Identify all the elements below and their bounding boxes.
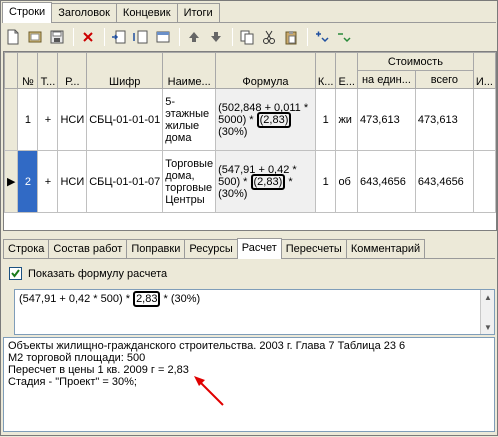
col-type[interactable]: Т... <box>37 52 59 89</box>
new-doc-icon[interactable] <box>3 27 23 47</box>
col-unit-cost[interactable]: на един... <box>356 70 416 89</box>
row-extra[interactable] <box>472 150 496 213</box>
note-line: М2 торговой площади: 500 <box>8 352 146 364</box>
detail-tab-bar: Строка Состав работ Поправки Ресурсы Рас… <box>3 238 426 259</box>
col-name[interactable]: Наиме... <box>162 52 217 89</box>
open-book-icon[interactable] <box>25 27 45 47</box>
save-icon[interactable] <box>47 27 67 47</box>
row-num[interactable]: 2 <box>17 150 39 213</box>
formula-suffix: * (30%) <box>160 293 201 305</box>
indent-icon[interactable] <box>131 27 151 47</box>
row-type[interactable]: + <box>37 150 59 213</box>
copy-icon[interactable] <box>237 27 257 47</box>
tab-comment[interactable]: Комментарий <box>345 239 426 258</box>
show-formula-row[interactable]: Показать формулу расчета <box>9 267 167 280</box>
formula-coefficient: (2,83) <box>250 173 286 190</box>
paste-icon[interactable] <box>281 27 301 47</box>
col-r[interactable]: Р... <box>57 52 88 89</box>
checkmark-icon <box>11 269 20 278</box>
top-tab-bar: Строки Заголовок Концевик Итоги <box>2 2 220 23</box>
add-child-icon[interactable] <box>312 27 332 47</box>
tab-footer[interactable]: Концевик <box>115 3 178 22</box>
row-formula[interactable]: (502,848 + 0,011 * 5000) * (2,83) (30%) <box>215 88 316 151</box>
toolbar-separator <box>307 28 308 46</box>
table-row[interactable]: 1 + НСИ СБЦ-01-01-01 5-этажные жилые дом… <box>4 88 496 151</box>
dock-icon[interactable] <box>153 27 173 47</box>
col-code[interactable]: Шифр <box>86 52 164 89</box>
insert-row-icon[interactable] <box>109 27 129 47</box>
row-type[interactable]: + <box>37 88 59 151</box>
col-extra[interactable]: И... <box>472 52 496 89</box>
show-formula-label: Показать формулу расчета <box>28 267 168 280</box>
note-line: Пересчет в цены 1 кв. 2009 г = 2,83 <box>8 364 189 376</box>
toolbar-separator <box>73 28 74 46</box>
tab-divider <box>2 22 496 23</box>
add-sibling-icon[interactable] <box>334 27 354 47</box>
row-unit[interactable]: об <box>335 150 358 213</box>
estimate-grid: № Т... Р... Шифр Наиме... Формула К... Е… <box>3 51 497 231</box>
row-name[interactable]: 5-этажные жилые дома <box>162 88 217 151</box>
formula-coefficient: 2,83 <box>133 291 161 307</box>
tab-recalculations[interactable]: Пересчеты <box>280 239 347 258</box>
row-num[interactable]: 1 <box>17 88 39 151</box>
scroll-up-icon[interactable]: ▲ <box>481 290 495 304</box>
col-formula[interactable]: Формула <box>215 52 316 89</box>
row-extra[interactable] <box>472 88 496 151</box>
row-r[interactable]: НСИ <box>57 88 88 151</box>
row-qty[interactable]: 1 <box>314 88 337 151</box>
tab-calculation[interactable]: Расчет <box>236 238 282 259</box>
tab-work-composition[interactable]: Состав работ <box>48 239 128 258</box>
col-unit[interactable]: Е... <box>335 52 358 89</box>
col-qty[interactable]: К... <box>314 52 337 89</box>
cut-icon[interactable] <box>259 27 279 47</box>
col-num[interactable]: № <box>17 52 39 89</box>
formula-suffix: (30%) <box>218 125 248 138</box>
col-group-cost[interactable]: Стоимость <box>356 52 474 71</box>
delete-icon[interactable] <box>78 27 98 47</box>
tab-row[interactable]: Строка <box>3 239 50 258</box>
tab-corrections[interactable]: Поправки <box>126 239 186 258</box>
formula-coefficient: (2,83) <box>256 111 292 128</box>
row-r[interactable]: НСИ <box>57 150 88 213</box>
row-indicator: ▶ <box>4 150 19 213</box>
row-indicator-header <box>4 52 19 89</box>
col-total[interactable]: всего <box>414 70 474 89</box>
row-code[interactable]: СБЦ-01-01-07 <box>86 150 164 213</box>
calculation-notes[interactable]: Объекты жилищно-гражданского строительст… <box>3 337 495 432</box>
row-total[interactable]: 643,4656 <box>414 150 474 213</box>
row-formula[interactable]: (547,91 + 0,42 * 500) * (2,83) * (30%) <box>215 150 316 213</box>
toolbar-separator <box>232 28 233 46</box>
tab-rows[interactable]: Строки <box>2 2 53 23</box>
row-unit[interactable]: жи <box>335 88 358 151</box>
note-line: Объекты жилищно-гражданского строительст… <box>8 340 406 352</box>
table-row[interactable]: ▶ 2 + НСИ СБЦ-01-01-07 Торговые дома, то… <box>4 150 496 213</box>
row-code[interactable]: СБЦ-01-01-01 <box>86 88 164 151</box>
estimate-window: Строки Заголовок Концевик Итоги № Т... Р… <box>0 0 498 436</box>
estimate-table: № Т... Р... Шифр Наиме... Формула К... Е… <box>4 52 496 213</box>
row-unit-cost[interactable]: 473,613 <box>356 88 416 151</box>
tab-totals[interactable]: Итоги <box>176 3 220 22</box>
toolbar <box>3 26 356 48</box>
row-name[interactable]: Торговые дома, торговые Центры <box>162 150 217 213</box>
row-total[interactable]: 473,613 <box>414 88 474 151</box>
tab-header[interactable]: Заголовок <box>51 3 117 22</box>
arrow-up-icon[interactable] <box>184 27 204 47</box>
show-formula-checkbox[interactable] <box>9 267 22 280</box>
row-unit-cost[interactable]: 643,4656 <box>356 150 416 213</box>
tab-resources[interactable]: Ресурсы <box>184 239 238 258</box>
toolbar-separator <box>179 28 180 46</box>
formula-field[interactable]: (547,91 + 0,42 * 500) * 2,83 * (30%) ▲ ▼ <box>14 289 495 335</box>
arrow-down-icon[interactable] <box>206 27 226 47</box>
row-qty[interactable]: 1 <box>314 150 337 213</box>
toolbar-separator <box>104 28 105 46</box>
row-indicator <box>4 88 19 151</box>
formula-scrollbar[interactable]: ▲ ▼ <box>480 290 494 334</box>
note-line: Стадия - "Проект" = 30%; <box>8 376 137 388</box>
formula-prefix: (547,91 + 0,42 * 500) * <box>19 293 134 305</box>
scroll-down-icon[interactable]: ▼ <box>481 320 495 334</box>
